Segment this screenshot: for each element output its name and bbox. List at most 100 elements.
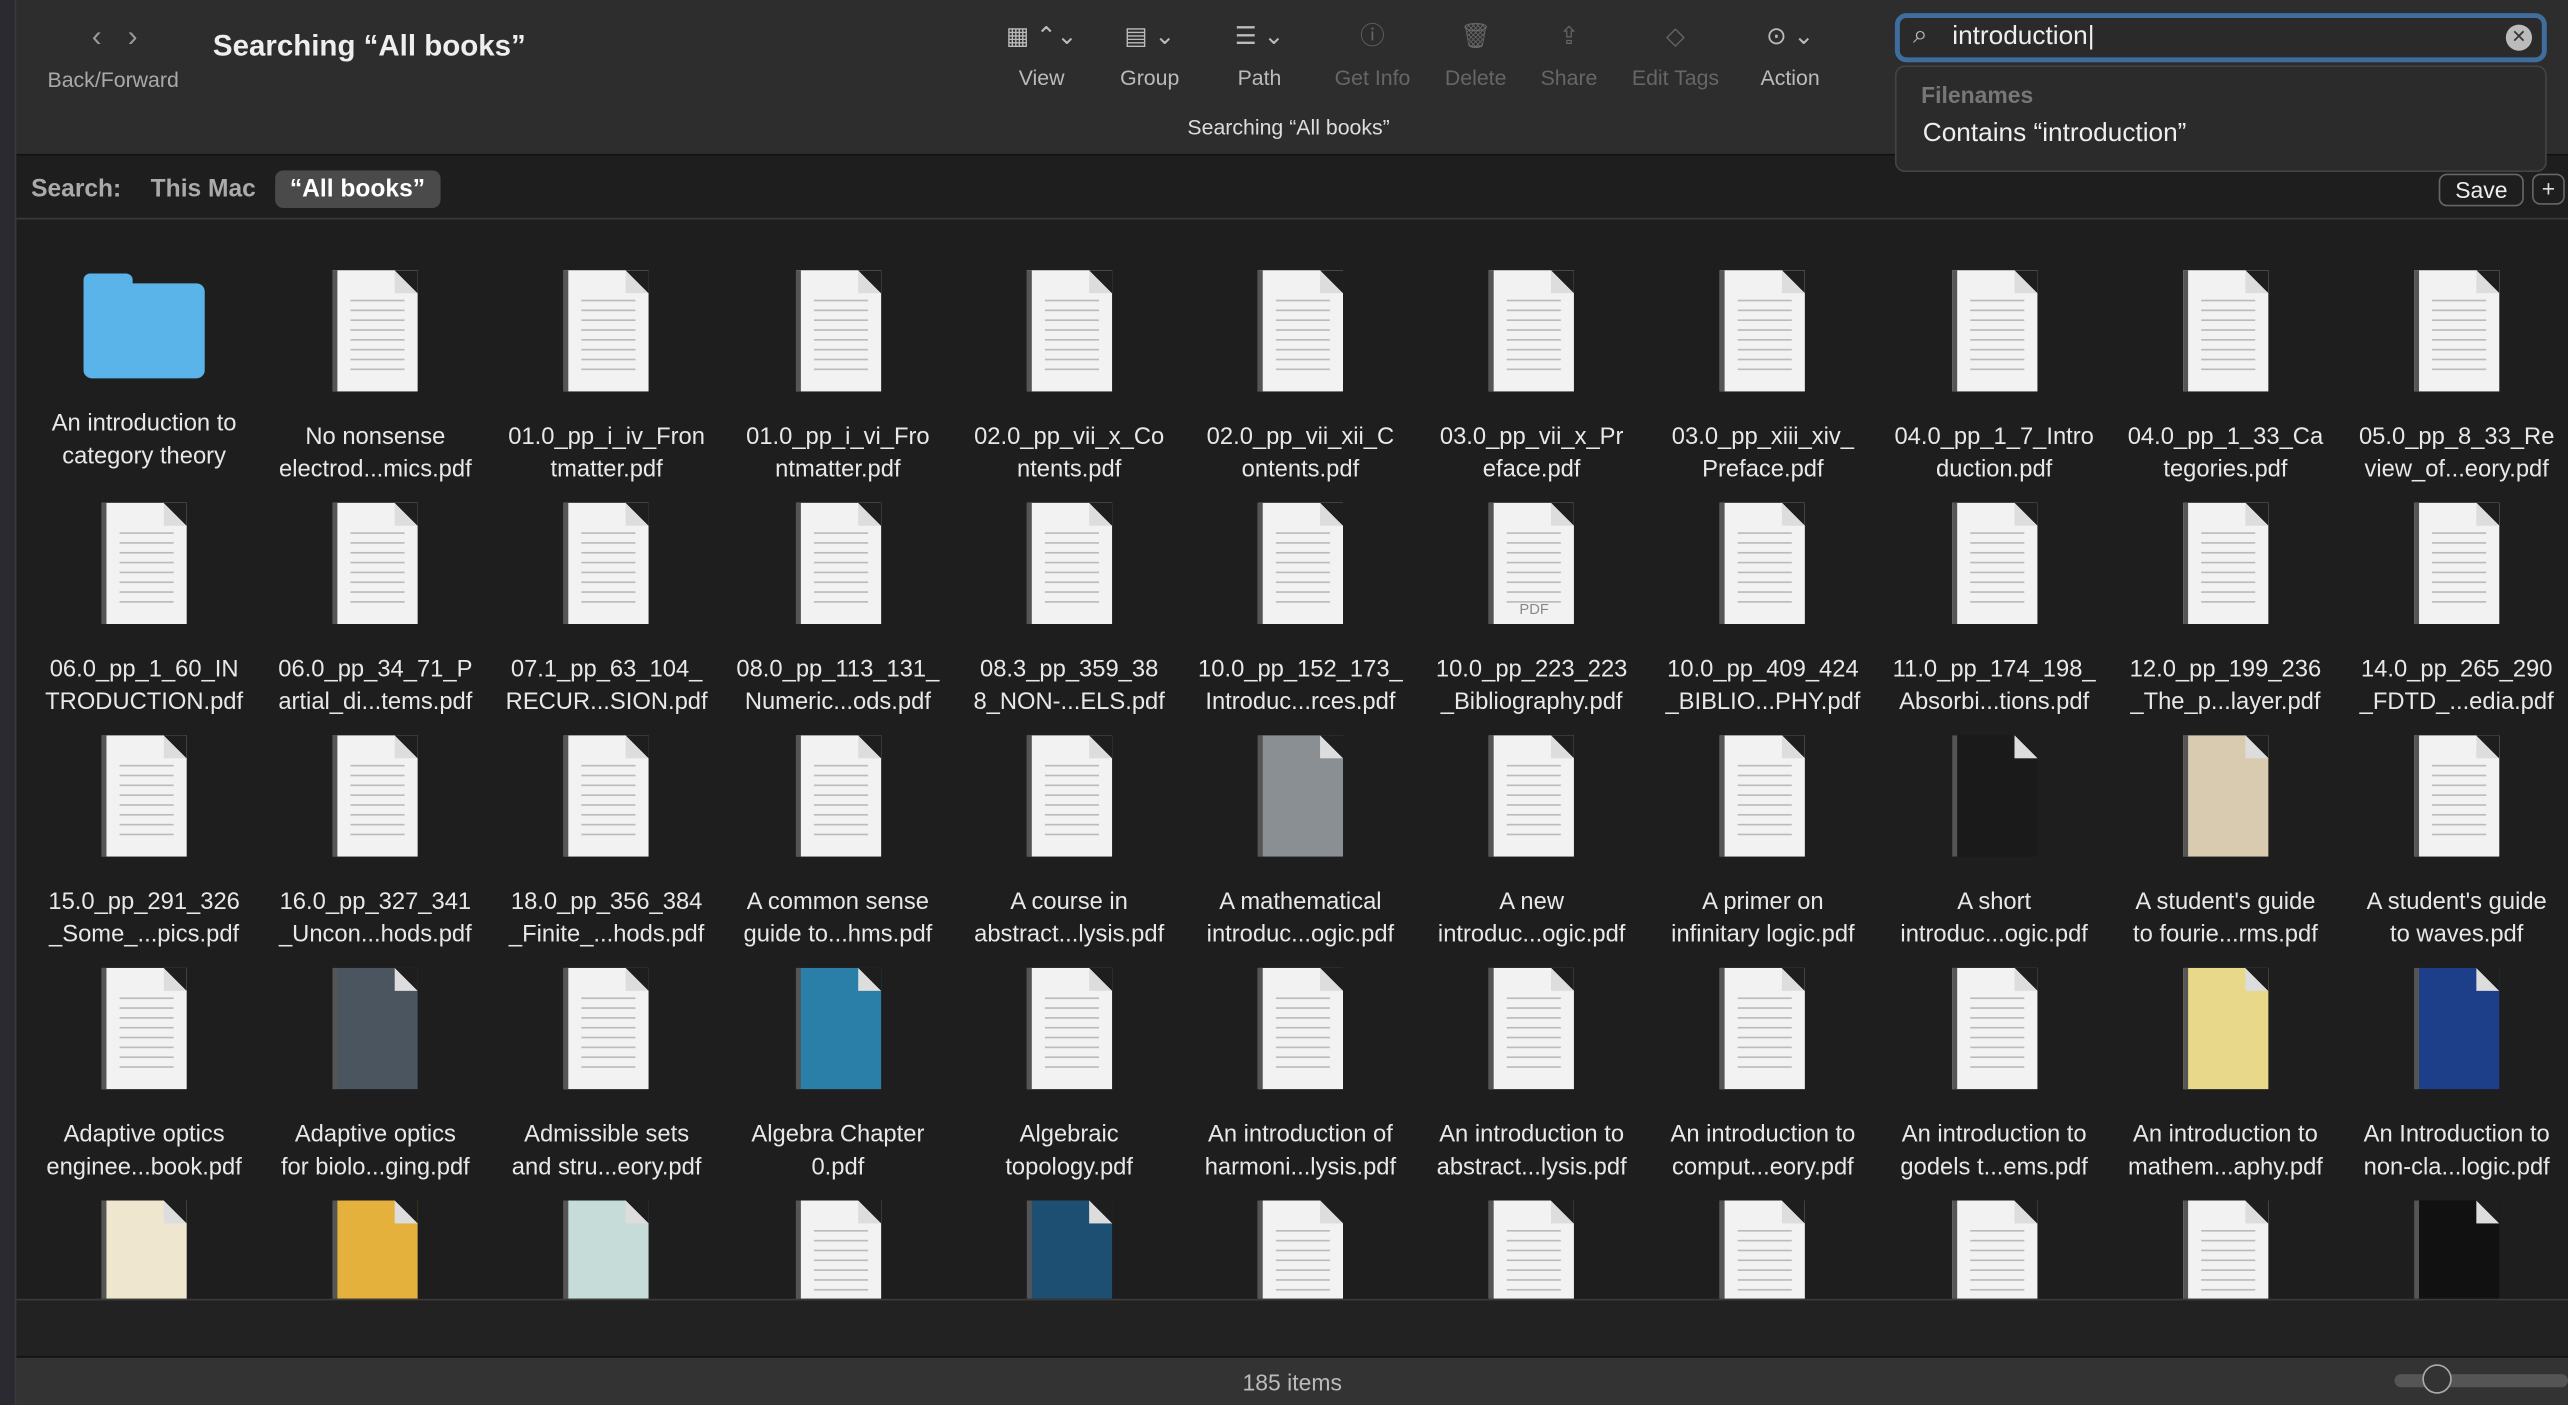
file-item[interactable]: 02.0_pp_vii_x_Co ntents.pdf: [955, 270, 1184, 486]
file-item[interactable]: 14.0_pp_265_290 _FDTD_...edia.pdf: [2342, 502, 2568, 719]
slider-knob[interactable]: [2422, 1364, 2452, 1394]
document-thumbnail-icon: [2182, 1200, 2269, 1299]
chevron-right-icon[interactable]: ›: [128, 20, 138, 53]
suggestion-item[interactable]: Contains “introduction”: [1923, 120, 2187, 149]
chevron-left-icon[interactable]: ‹: [92, 20, 102, 53]
icon-size-slider[interactable]: [2394, 1364, 2568, 1394]
save-search-button[interactable]: Save: [2438, 173, 2524, 207]
toolbar-get-info-button[interactable]: ⓘ Get Info: [1315, 16, 1430, 90]
file-item[interactable]: 12.0_pp_199_236 _The_p...layer.pdf: [2111, 502, 2340, 719]
file-item[interactable]: [1648, 1200, 1877, 1299]
file-name-line: A mathematical: [1219, 889, 1382, 916]
file-item[interactable]: 10.0_pp_152_173_ Introduc...rces.pdf: [1186, 502, 1415, 719]
file-name-line: 10.0_pp_152_173_: [1198, 656, 1403, 683]
file-item[interactable]: A student's guide to waves.pdf: [2342, 735, 2568, 951]
toolbar-button-label: Action: [1760, 65, 1820, 91]
document-thumbnail-icon: [2182, 735, 2269, 857]
file-item[interactable]: An introduction to godels t...ems.pdf: [1880, 967, 2109, 1184]
scope-this-mac[interactable]: This Mac: [151, 175, 256, 203]
file-item[interactable]: An introduction of harmoni...lysis.pdf: [1186, 967, 1415, 1184]
file-item[interactable]: 06.0_pp_34_71_P artial_di...tems.pdf: [261, 502, 490, 719]
toolbar-path-button[interactable]: ☰ ⌄ Path: [1202, 16, 1317, 90]
document-thumbnail-icon: [1026, 270, 1112, 392]
file-item[interactable]: 03.0_pp_vii_x_Pr eface.pdf: [1417, 270, 1646, 486]
file-item[interactable]: 08.0_pp_113_131_ Numeric...ods.pdf: [723, 502, 952, 719]
file-name-line: abstract...lysis.pdf: [974, 922, 1165, 949]
file-item[interactable]: [1186, 1200, 1415, 1299]
file-item[interactable]: An introduction to abstract...lysis.pdf: [1417, 967, 1646, 1184]
file-item[interactable]: 07.1_pp_63_104_ RECUR...SION.pdf: [492, 502, 721, 719]
file-item[interactable]: [2342, 1200, 2568, 1299]
file-item[interactable]: 18.0_pp_356_384 _Finite_...hods.pdf: [492, 735, 721, 951]
add-criteria-button[interactable]: +: [2532, 173, 2565, 205]
file-item[interactable]: 04.0_pp_1_33_Ca tegories.pdf: [2111, 270, 2340, 486]
toolbar-group-button[interactable]: ▤ ⌄ Group: [1092, 16, 1207, 90]
document-thumbnail-icon: [1026, 735, 1112, 857]
file-item[interactable]: An introduction to comput...eory.pdf: [1648, 967, 1877, 1184]
file-name: Adaptive optics enginee...book.pdf: [29, 1119, 258, 1185]
file-item[interactable]: [2111, 1200, 2340, 1299]
file-item[interactable]: [1417, 1200, 1646, 1299]
file-item[interactable]: [955, 1200, 1184, 1299]
back-forward-buttons[interactable]: ‹ ›: [92, 20, 164, 54]
file-item[interactable]: A mathematical introduc...ogic.pdf: [1186, 735, 1415, 951]
file-item[interactable]: 16.0_pp_327_341 _Uncon...hods.pdf: [261, 735, 490, 951]
file-item[interactable]: A new introduc...ogic.pdf: [1417, 735, 1646, 951]
document-thumbnail-icon: [564, 502, 650, 625]
file-item[interactable]: 03.0_pp_xiii_xiv_ Preface.pdf: [1648, 270, 1877, 486]
path-icon: ☰ ⌄: [1234, 22, 1285, 51]
document-thumbnail-icon: [2414, 502, 2500, 625]
status-bar: 185 items: [16, 1356, 2568, 1405]
search-input[interactable]: ⌕ introduction| ✕: [1894, 13, 2547, 63]
scope-all-books[interactable]: “All books”: [275, 170, 440, 209]
search-value[interactable]: introduction: [1952, 23, 2087, 51]
file-item[interactable]: Adaptive optics for biolo...ging.pdf: [261, 967, 490, 1184]
file-item[interactable]: 02.0_pp_vii_xii_C ontents.pdf: [1186, 270, 1415, 486]
file-name-line: _Some_...pics.pdf: [49, 922, 240, 949]
file-item[interactable]: An Introduction to non-cla...logic.pdf: [2342, 967, 2568, 1184]
file-item[interactable]: A common sense guide to...hms.pdf: [723, 735, 952, 951]
file-item[interactable]: PDF 10.0_pp_223_223 _Bibliography.pdf: [1417, 502, 1646, 719]
file-item[interactable]: Algebra Chapter 0.pdf: [723, 967, 952, 1184]
file-item[interactable]: [492, 1200, 721, 1299]
file-item[interactable]: [29, 1200, 258, 1299]
file-item[interactable]: A short introduc...ogic.pdf: [1880, 735, 2109, 951]
file-name: 10.0_pp_409_424 _BIBLIO...PHY.pdf: [1648, 653, 1877, 719]
folder-item[interactable]: An introduction to category theory: [29, 270, 258, 473]
file-item[interactable]: [261, 1200, 490, 1299]
file-item[interactable]: 06.0_pp_1_60_IN TRODUCTION.pdf: [29, 502, 258, 719]
file-item[interactable]: 05.0_pp_8_33_Re view_of...eory.pdf: [2342, 270, 2568, 486]
file-item[interactable]: A course in abstract...lysis.pdf: [955, 735, 1184, 951]
file-item[interactable]: A student's guide to fourie...rms.pdf: [2111, 735, 2340, 951]
file-item[interactable]: 01.0_pp_i_vi_Fro ntmatter.pdf: [723, 270, 952, 486]
file-name-line: 15.0_pp_291_326: [48, 889, 240, 916]
file-item[interactable]: 10.0_pp_409_424 _BIBLIO...PHY.pdf: [1648, 502, 1877, 719]
file-item[interactable]: 11.0_pp_174_198_ Absorbi...tions.pdf: [1880, 502, 2109, 719]
toolbar-share-button[interactable]: ⇪ Share: [1512, 16, 1627, 90]
file-item[interactable]: 04.0_pp_1_7_Intro duction.pdf: [1880, 270, 2109, 486]
file-item[interactable]: Algebraic topology.pdf: [955, 967, 1184, 1184]
file-item[interactable]: 01.0_pp_i_iv_Fron tmatter.pdf: [492, 270, 721, 486]
file-item[interactable]: [723, 1200, 952, 1299]
file-name: 07.1_pp_63_104_ RECUR...SION.pdf: [492, 653, 721, 719]
file-item[interactable]: Adaptive optics enginee...book.pdf: [29, 967, 258, 1185]
file-item[interactable]: Admissible sets and stru...eory.pdf: [492, 967, 721, 1184]
file-item[interactable]: [1880, 1200, 2109, 1299]
toolbar-action-button[interactable]: ⊙ ⌄ Action: [1733, 16, 1848, 90]
file-name: 18.0_pp_356_384 _Finite_...hods.pdf: [492, 886, 721, 952]
clear-search-icon[interactable]: ✕: [2505, 24, 2533, 51]
file-name-line: Absorbi...tions.pdf: [1899, 689, 2090, 716]
document-thumbnail-icon: [1257, 1200, 1343, 1299]
file-item[interactable]: A primer on infinitary logic.pdf: [1648, 735, 1877, 951]
file-item[interactable]: 08.3_pp_359_38 8_NON-...ELS.pdf: [955, 502, 1184, 719]
document-thumbnail-icon: [1257, 967, 1343, 1090]
file-name-line: An introduction to: [1670, 1121, 1856, 1149]
file-item[interactable]: An introduction to mathem...aphy.pdf: [2111, 967, 2340, 1184]
file-item[interactable]: 15.0_pp_291_326 _Some_...pics.pdf: [29, 735, 258, 951]
file-name: 10.0_pp_152_173_ Introduc...rces.pdf: [1186, 653, 1415, 719]
toolbar-view-button[interactable]: ▦ ⌃⌄ View: [984, 16, 1099, 90]
file-item[interactable]: No nonsense electrod...mics.pdf: [261, 270, 490, 486]
toolbar-edit-tags-button[interactable]: ◇ Edit Tags: [1618, 16, 1733, 90]
info-icon: ⓘ: [1360, 22, 1385, 51]
file-name-line: A course in: [1010, 889, 1128, 916]
